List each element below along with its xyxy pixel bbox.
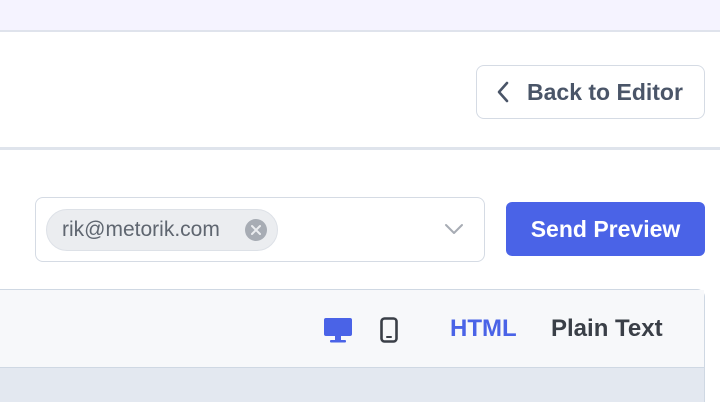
send-preview-button[interactable]: Send Preview — [506, 202, 705, 256]
preview-body — [0, 368, 704, 402]
recipient-chip: rik@metorik.com — [46, 209, 278, 251]
mobile-icon[interactable] — [379, 316, 399, 344]
back-to-editor-label: Back to Editor — [527, 78, 683, 105]
tab-html[interactable]: HTML — [450, 315, 517, 343]
recipient-chip-label: rik@metorik.com — [62, 218, 220, 241]
top-strip — [0, 0, 720, 32]
chevron-down-icon[interactable] — [444, 222, 464, 236]
recipient-select[interactable]: rik@metorik.com — [35, 197, 485, 262]
back-to-editor-button[interactable]: Back to Editor — [476, 65, 705, 119]
desktop-icon[interactable] — [322, 316, 354, 344]
preview-panel: HTML Plain Text — [0, 289, 705, 402]
preview-toolbar: HTML Plain Text — [0, 290, 704, 368]
remove-recipient-icon[interactable] — [245, 219, 267, 241]
chevron-left-icon — [495, 80, 515, 104]
tab-plain-text[interactable]: Plain Text — [551, 315, 663, 343]
